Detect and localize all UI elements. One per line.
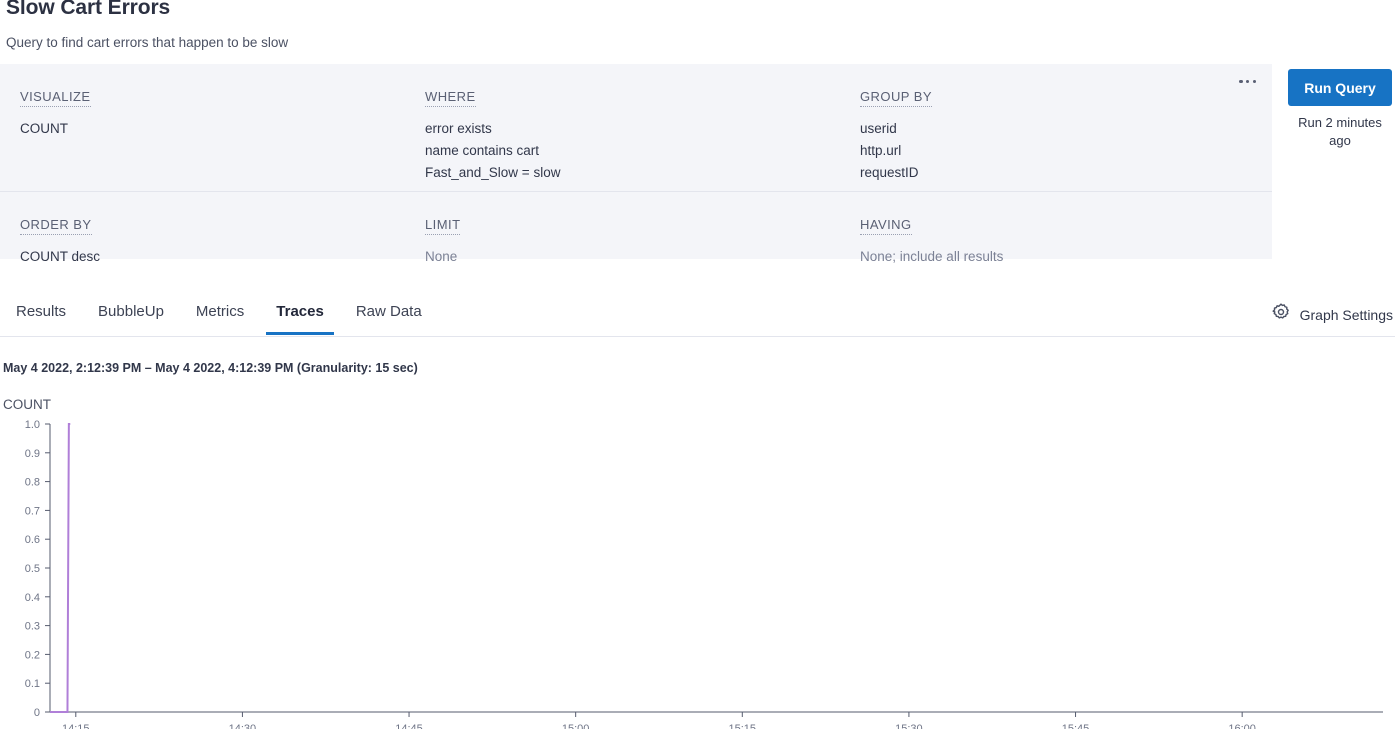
- where-value: name contains cart: [425, 143, 540, 158]
- visualize-values: COUNT: [20, 118, 425, 140]
- chart-time-range: May 4 2022, 2:12:39 PM – May 4 2022, 4:1…: [3, 361, 418, 375]
- limit-value: None: [425, 249, 458, 264]
- query-clause-having[interactable]: HAVING None; include all results: [860, 192, 1272, 264]
- having-values: None; include all results: [860, 246, 1272, 268]
- svg-text:0.2: 0.2: [25, 649, 40, 661]
- order-by-values: COUNT desc: [20, 246, 425, 268]
- tab-metrics[interactable]: Metrics: [186, 295, 254, 335]
- query-clause-visualize[interactable]: VISUALIZE COUNT: [0, 64, 425, 191]
- svg-text:15:00: 15:00: [562, 723, 590, 729]
- group-by-value: userid: [860, 121, 897, 136]
- svg-text:0.4: 0.4: [25, 592, 40, 604]
- svg-text:0.3: 0.3: [25, 621, 40, 633]
- chart-series: [50, 423, 71, 713]
- svg-text:15:30: 15:30: [895, 723, 923, 729]
- limit-values: None: [425, 246, 860, 268]
- kebab-dot: [1252, 80, 1256, 84]
- graph-settings-label: Graph Settings: [1299, 306, 1393, 323]
- group-by-label[interactable]: GROUP BY: [860, 89, 932, 107]
- trace-chart[interactable]: 0 0.1 0.2 0.3 0.4 0.5 0.6 0.7 0.8 0.9 1.0 14:15 14:…: [0, 410, 1395, 729]
- svg-text:0.8: 0.8: [25, 477, 40, 489]
- x-axis: 14:15 14:30 14:45 15:00 15:15 15:30 15:45 16:00: [50, 711, 1383, 729]
- query-clause-where[interactable]: WHERE error exists name contains cart Fa…: [425, 64, 860, 191]
- query-row-secondary: ORDER BY COUNT desc LIMIT None HAVING No…: [0, 191, 1272, 264]
- svg-text:16:00: 16:00: [1228, 723, 1256, 729]
- order-by-value: COUNT desc: [20, 249, 101, 264]
- group-by-value: requestID: [860, 165, 919, 180]
- run-query-button[interactable]: Run Query: [1288, 69, 1392, 106]
- svg-text:1.0: 1.0: [25, 419, 40, 431]
- svg-text:15:15: 15:15: [729, 723, 757, 729]
- tab-list: Results BubbleUp Metrics Traces Raw Data: [6, 295, 444, 335]
- svg-text:0.7: 0.7: [25, 505, 40, 517]
- tab-results[interactable]: Results: [6, 295, 76, 335]
- svg-text:14:45: 14:45: [395, 723, 423, 729]
- tab-raw-data[interactable]: Raw Data: [346, 295, 432, 335]
- query-row-primary: VISUALIZE COUNT WHERE error exists name …: [0, 64, 1272, 191]
- group-by-value: http.url: [860, 143, 902, 158]
- having-label[interactable]: HAVING: [860, 217, 912, 235]
- chart-canvas: 00.10.20.30.40.50.60.70.80.91.0 14:15 14:…: [25, 419, 1383, 729]
- query-clause-group-by[interactable]: GROUP BY userid http.url requestID: [860, 64, 1272, 191]
- tab-bubbleup[interactable]: BubbleUp: [88, 295, 174, 335]
- where-value: error exists: [425, 121, 492, 136]
- group-by-values: userid http.url requestID: [860, 118, 1272, 184]
- query-clause-order-by[interactable]: ORDER BY COUNT desc: [0, 192, 425, 264]
- gear-icon: [1271, 302, 1291, 327]
- visualize-label[interactable]: VISUALIZE: [20, 89, 91, 107]
- query-builder-panel: VISUALIZE COUNT WHERE error exists name …: [0, 64, 1272, 264]
- results-tab-bar: Results BubbleUp Metrics Traces Raw Data…: [0, 295, 1395, 337]
- svg-text:0.5: 0.5: [25, 563, 40, 575]
- page-title: Slow Cart Errors: [6, 0, 171, 19]
- where-value: Fast_and_Slow = slow: [425, 165, 561, 180]
- run-timestamp: Run 2 minutes ago: [1298, 115, 1382, 148]
- page-subtitle: Query to find cart errors that happen to…: [6, 35, 289, 50]
- having-value: None; include all results: [860, 249, 1004, 264]
- svg-text:15:45: 15:45: [1062, 723, 1090, 729]
- query-results-page: Slow Cart Errors Query to find cart erro…: [0, 0, 1395, 729]
- svg-text:14:15: 14:15: [62, 723, 90, 729]
- order-by-label[interactable]: ORDER BY: [20, 217, 92, 235]
- kebab-dot: [1239, 80, 1243, 84]
- kebab-dot: [1246, 80, 1250, 84]
- limit-label[interactable]: LIMIT: [425, 217, 461, 235]
- graph-settings-button[interactable]: Graph Settings: [1271, 302, 1393, 327]
- query-clause-limit[interactable]: LIMIT None: [425, 192, 860, 264]
- where-label[interactable]: WHERE: [425, 89, 476, 107]
- where-values: error exists name contains cart Fast_and…: [425, 118, 860, 184]
- visualize-value: COUNT: [20, 121, 68, 136]
- kebab-menu-icon[interactable]: [1235, 74, 1260, 89]
- svg-text:0.9: 0.9: [25, 448, 40, 460]
- svg-text:0: 0: [34, 707, 40, 719]
- y-axis: 0 0.1 0.2 0.3 0.4 0.5 0.6 0.7 0.8 0.9 1.0: [25, 419, 51, 719]
- svg-text:0.6: 0.6: [25, 534, 40, 546]
- svg-text:14:30: 14:30: [229, 723, 257, 729]
- tab-traces[interactable]: Traces: [266, 295, 334, 335]
- svg-text:0.1: 0.1: [25, 678, 40, 690]
